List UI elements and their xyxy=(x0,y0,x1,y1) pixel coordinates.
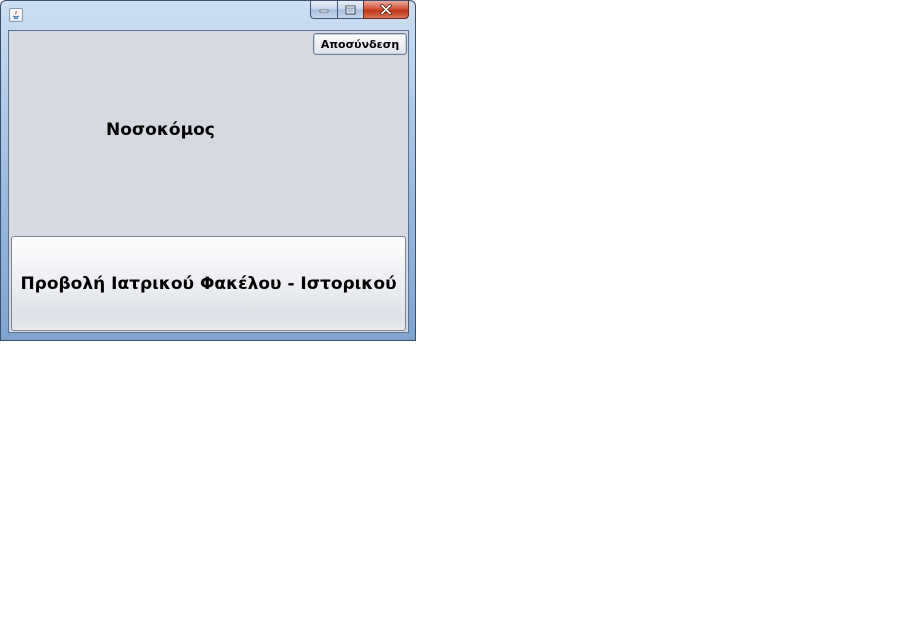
java-icon[interactable] xyxy=(9,8,23,22)
content-panel: Αποσύνδεση Νοσοκόμος Προβολή Ιατρικού Φα… xyxy=(8,30,409,333)
minimize-icon xyxy=(319,9,329,12)
maximize-button[interactable] xyxy=(337,1,363,19)
close-icon xyxy=(380,4,392,15)
app-window: Αποσύνδεση Νοσοκόμος Προβολή Ιατρικού Φα… xyxy=(0,0,416,341)
maximize-icon xyxy=(345,5,356,14)
close-button[interactable] xyxy=(363,1,409,19)
role-label: Νοσοκόμος xyxy=(106,120,215,140)
title-bar[interactable] xyxy=(1,1,415,29)
window-controls xyxy=(310,1,409,20)
logout-button[interactable]: Αποσύνδεση xyxy=(313,33,407,55)
view-medical-records-button[interactable]: Προβολή Ιατρικού Φακέλου - Ιστορικού xyxy=(11,236,406,331)
minimize-button[interactable] xyxy=(310,1,337,19)
